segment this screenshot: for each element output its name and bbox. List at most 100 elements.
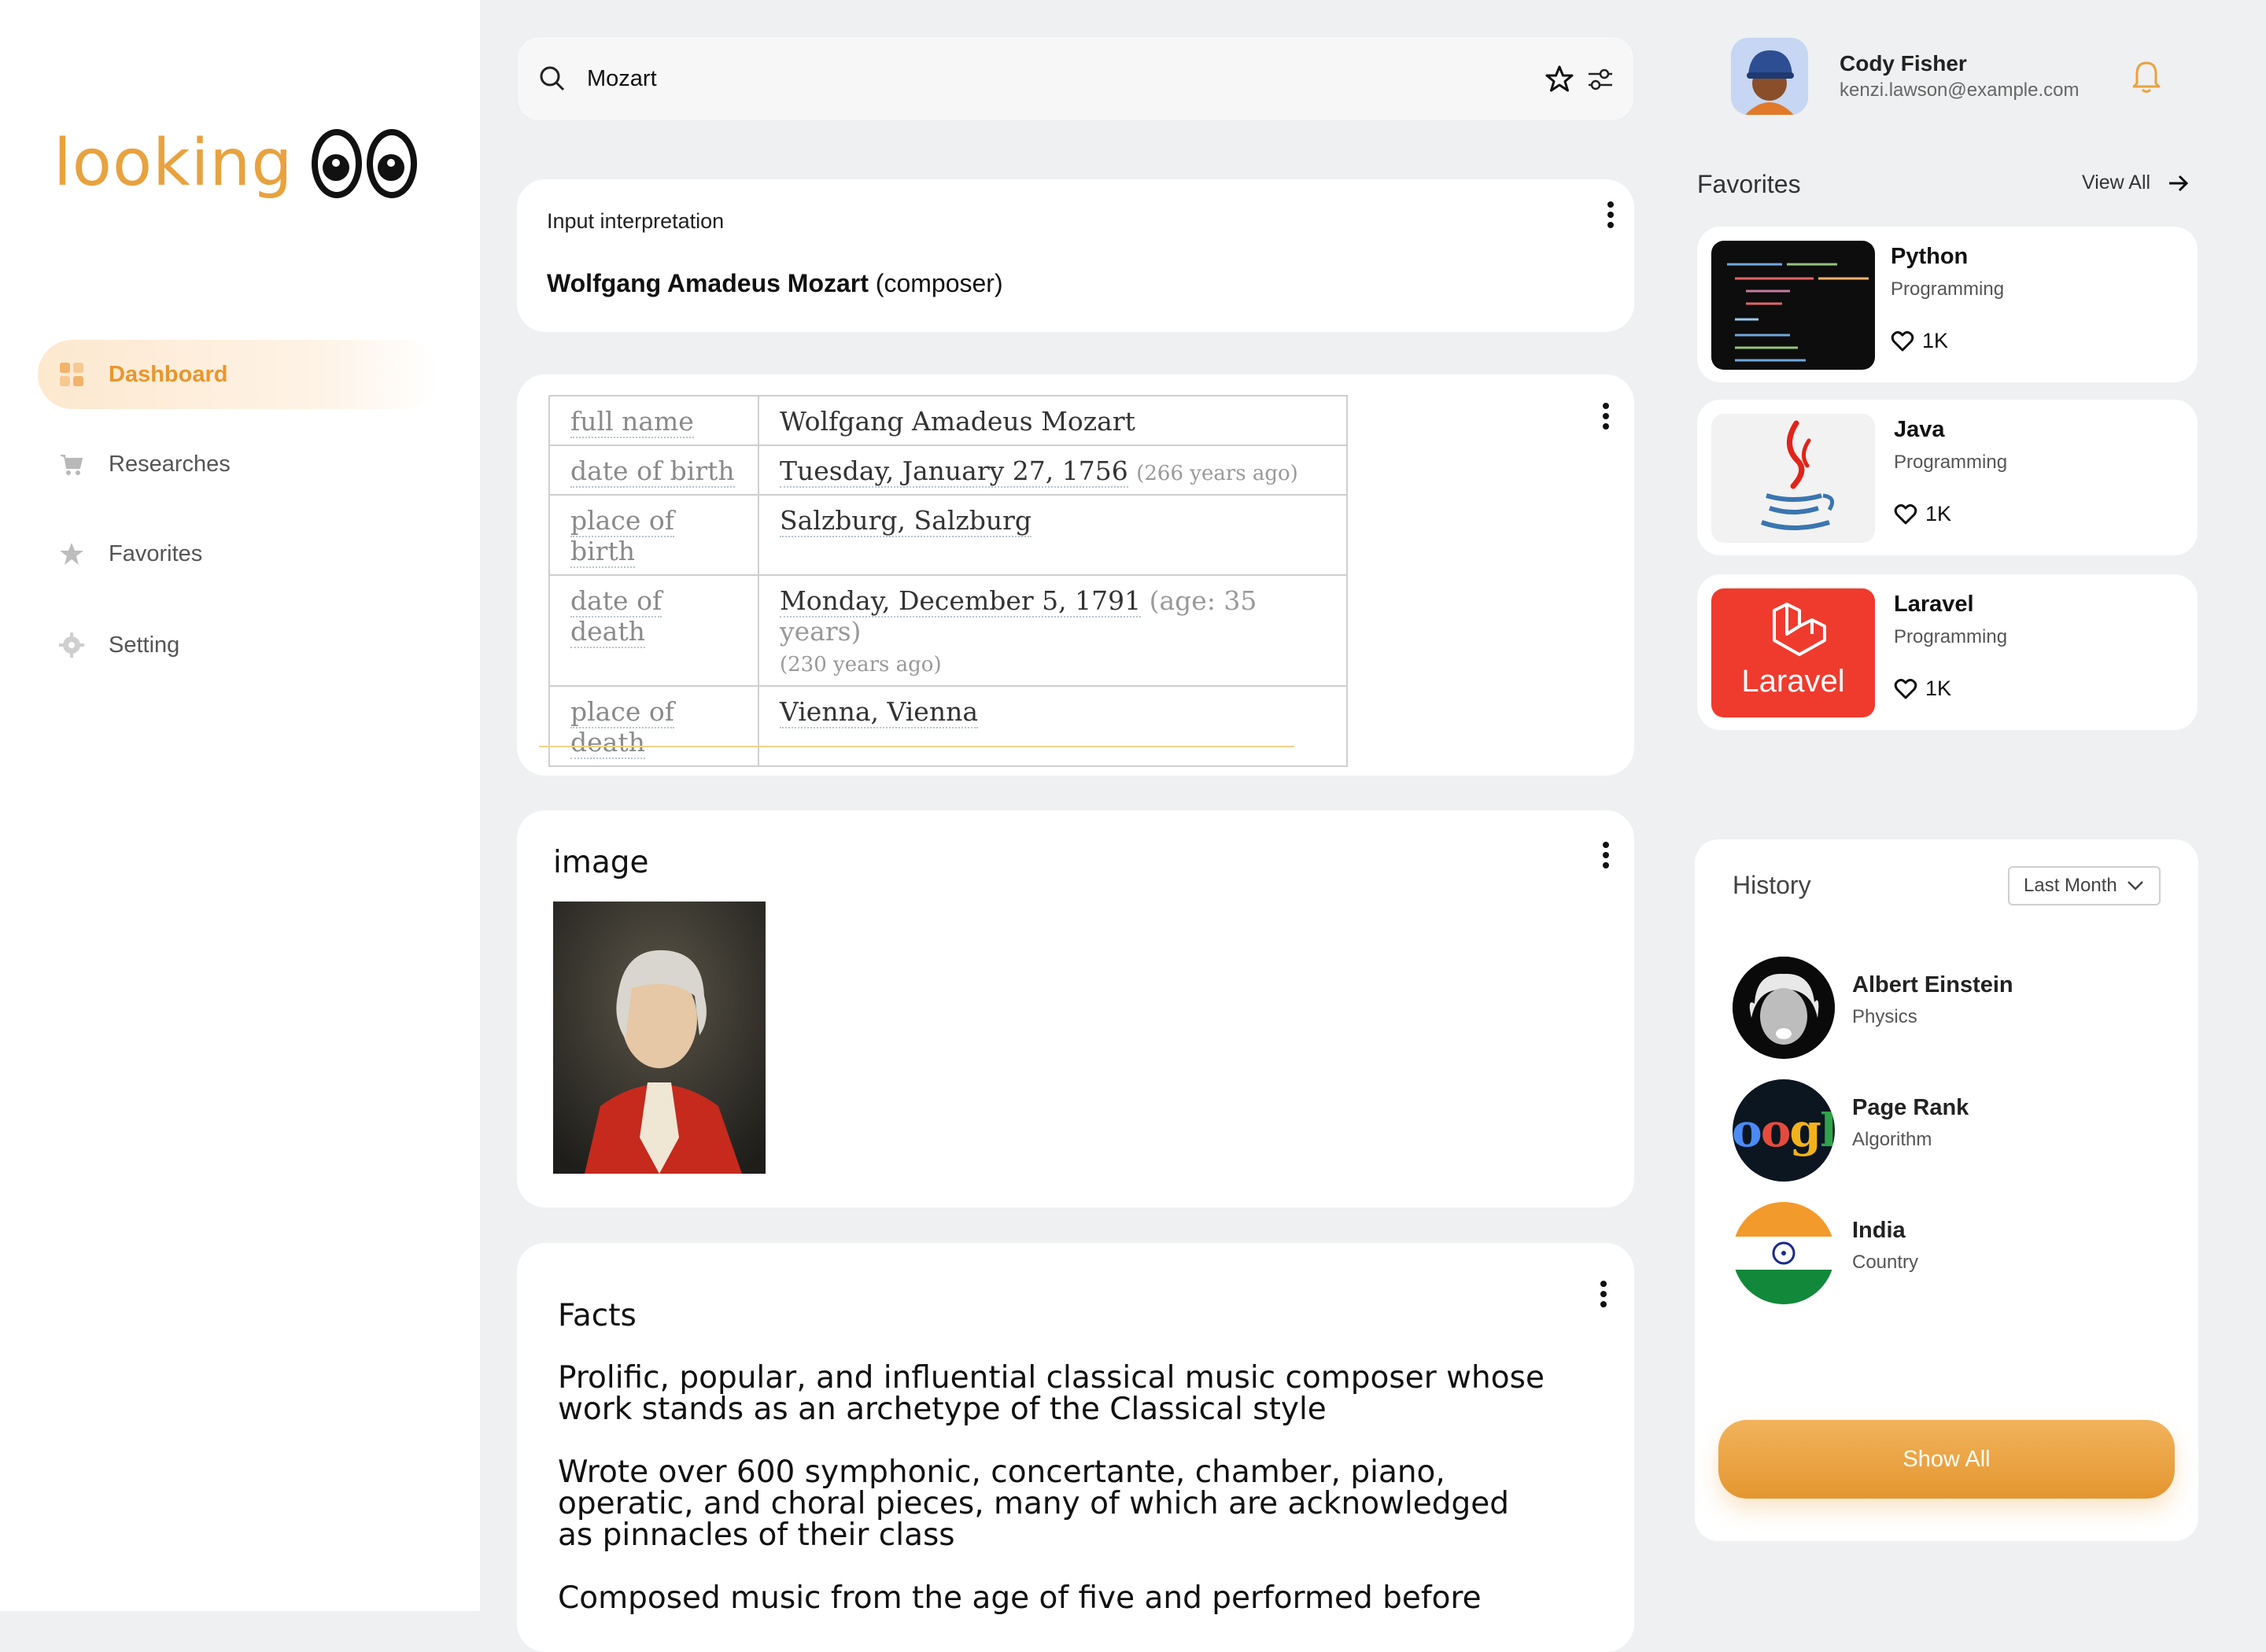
image-card: image — [517, 810, 1634, 1208]
fact-item: Composed music from the age of five and … — [558, 1580, 1482, 1616]
filter-sliders-icon[interactable] — [1586, 65, 1615, 94]
search-input[interactable]: Mozart — [587, 66, 657, 92]
logo-text: looking — [54, 126, 293, 201]
cart-icon — [58, 451, 85, 478]
likes-count: 1K — [1925, 677, 1952, 700]
search-icon — [538, 65, 566, 93]
interpretation-name: Wolfgang Amadeus Mozart — [547, 269, 869, 297]
facts-card: Facts Prolific, popular, and influential… — [517, 1243, 1634, 1652]
india-flag-avatar — [1733, 1202, 1835, 1304]
history-item[interactable]: India Country — [1733, 1202, 1918, 1304]
details-table: full name Wolfgang Amadeus Mozart date o… — [548, 395, 1348, 767]
divider — [539, 746, 1294, 747]
history-title: Page Rank — [1852, 1094, 1969, 1120]
favorite-subtitle: Programming — [1891, 278, 2005, 300]
google-wordmark: oogl — [1733, 1104, 1835, 1157]
logo[interactable]: looking — [54, 126, 422, 201]
nav-item-favorites[interactable]: Favorites — [38, 519, 439, 588]
nav-label-dashboard: Dashboard — [109, 361, 228, 387]
laravel-wordmark: Laravel — [1741, 664, 1845, 699]
history-subtitle: Country — [1852, 1251, 1919, 1273]
interpretation-heading: Input interpretation — [547, 209, 725, 233]
facts-heading: Facts — [558, 1298, 637, 1333]
view-all-label: View All — [2082, 171, 2151, 194]
search-bar[interactable]: Mozart — [517, 36, 1634, 121]
table-row: date of birth Tuesday, January 27, 1756 … — [548, 444, 1348, 496]
history-card: History Last Month Show All — [1695, 839, 2198, 1541]
favorite-subtitle: Programming — [1894, 452, 2008, 473]
favorite-subtitle: Programming — [1894, 626, 2008, 647]
gear-icon — [58, 632, 85, 658]
row-value[interactable]: Monday, December 5, 1791 — [780, 585, 1142, 618]
interpretation-qualifier: (composer) — [875, 269, 1003, 297]
table-row: full name Wolfgang Amadeus Mozart — [548, 395, 1348, 446]
portrait-image — [553, 902, 766, 1174]
favorite-likes[interactable]: 1K — [1891, 329, 1948, 353]
favorite-card-laravel[interactable]: Laravel Laravel Programming 1K — [1697, 574, 2198, 730]
arrow-right-icon — [2168, 174, 2190, 193]
more-options-icon[interactable] — [1603, 842, 1609, 872]
row-key: date of birth — [570, 455, 735, 488]
nav-label-setting: Setting — [109, 632, 180, 658]
table-row: place of birth Salzburg, Salzburg — [548, 494, 1348, 576]
nav-item-dashboard[interactable]: Dashboard — [38, 340, 439, 409]
python-code-thumbnail — [1711, 241, 1875, 370]
history-title: India — [1852, 1217, 1906, 1243]
nav-label-favorites: Favorites — [109, 540, 203, 566]
favorite-likes[interactable]: 1K — [1894, 502, 1951, 526]
interpretation-card: Input interpretation Wolfgang Amadeus Mo… — [517, 179, 1634, 332]
star-outline-icon[interactable] — [1544, 64, 1575, 95]
more-options-icon[interactable] — [1603, 403, 1609, 433]
favorite-title: Python — [1891, 244, 1969, 269]
likes-count: 1K — [1922, 329, 1949, 352]
row-value[interactable]: Salzburg, Salzburg — [780, 505, 1032, 537]
heart-icon — [1894, 503, 1917, 525]
show-all-button[interactable]: Show All — [1718, 1420, 2175, 1499]
nav-item-researches[interactable]: Researches — [38, 430, 439, 499]
view-all-link[interactable]: View All — [2082, 171, 2190, 194]
row-key: date of death — [570, 585, 662, 648]
favorite-likes[interactable]: 1K — [1894, 677, 1951, 701]
history-item[interactable]: Albert Einstein Physics — [1733, 957, 2013, 1059]
google-avatar: oogl — [1733, 1079, 1835, 1182]
heart-icon — [1891, 330, 1914, 352]
facts-list: Prolific, popular, and influential class… — [558, 1363, 1549, 1614]
row-value[interactable]: Tuesday, January 27, 1756 — [780, 455, 1128, 488]
show-all-label: Show All — [1902, 1446, 1991, 1472]
java-logo-thumbnail — [1711, 414, 1875, 543]
history-filter-value: Last Month — [2024, 875, 2117, 896]
row-key: full name — [570, 406, 694, 438]
row-key: place of birth — [570, 505, 674, 568]
nav-label-researches: Researches — [109, 451, 231, 477]
user-profile[interactable]: Cody Fisher kenzi.lawson@example.com — [1731, 38, 2080, 115]
eyes-logo-icon — [312, 128, 422, 198]
dashboard-grid-icon — [58, 361, 85, 388]
interpretation-result: Wolfgang Amadeus Mozart (composer) — [547, 269, 1003, 298]
table-row: date of death Monday, December 5, 1791 (… — [548, 574, 1348, 687]
history-title: Albert Einstein — [1852, 972, 2013, 997]
sidebar: looking Dashboard Researches Favorites S… — [0, 0, 480, 1611]
history-item[interactable]: oogl Page Rank Algorithm — [1733, 1079, 1969, 1182]
more-options-icon[interactable] — [1607, 201, 1614, 232]
favorite-card-java[interactable]: Java Programming 1K — [1697, 400, 2198, 555]
history-heading: History — [1733, 871, 1811, 899]
history-filter-dropdown[interactable]: Last Month — [2008, 866, 2161, 905]
row-value[interactable]: Vienna, Vienna — [780, 696, 979, 728]
user-name: Cody Fisher — [1840, 51, 1967, 76]
more-options-icon[interactable] — [1600, 1281, 1607, 1311]
nav-item-setting[interactable]: Setting — [38, 610, 439, 680]
star-icon — [58, 540, 85, 567]
bell-icon[interactable] — [2131, 58, 2162, 98]
favorite-card-python[interactable]: Python Programming 1K — [1697, 227, 2198, 382]
table-row: place of death Vienna, Vienna — [548, 685, 1348, 767]
row-key: place of death — [570, 696, 674, 759]
heart-icon — [1894, 678, 1917, 700]
row-value: Wolfgang Amadeus Mozart — [780, 406, 1135, 437]
history-subtitle: Algorithm — [1852, 1128, 1932, 1150]
image-heading: image — [553, 845, 649, 880]
row-extra-2: (230 years ago) — [780, 653, 942, 677]
fact-item: Prolific, popular, and influential class… — [558, 1360, 1544, 1427]
fact-item: Wrote over 600 symphonic, concertante, c… — [558, 1455, 1510, 1553]
avatar[interactable] — [1731, 38, 1808, 115]
favorites-heading: Favorites — [1697, 170, 1801, 198]
